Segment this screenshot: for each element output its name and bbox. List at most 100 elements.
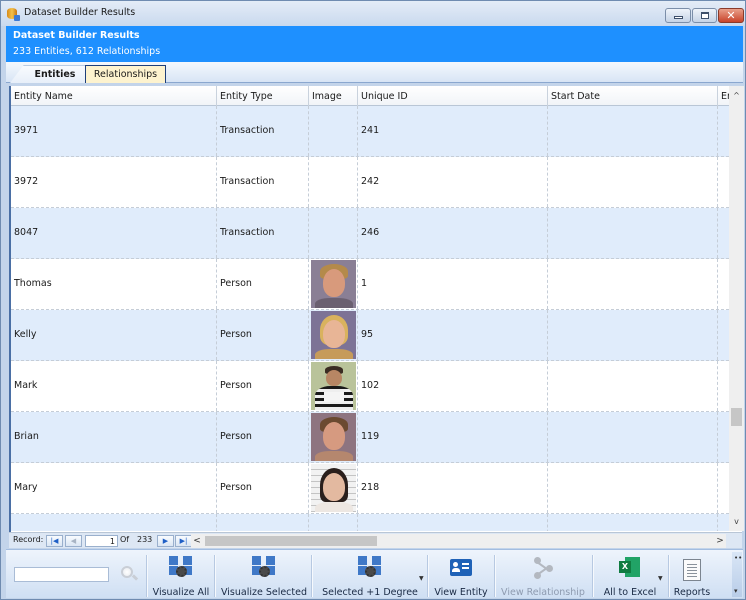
cell-entity-name: 3971 <box>11 106 217 156</box>
scroll-down-icon[interactable]: v <box>729 514 744 529</box>
visualize-icon <box>169 556 193 580</box>
cell-entity-name <box>11 514 217 531</box>
column-header-start-date[interactable]: Start Date <box>548 86 718 106</box>
table-row[interactable]: Kelly Person 95 <box>11 310 729 361</box>
search-icon[interactable] <box>120 565 139 583</box>
table-row[interactable]: 3972 Transaction 242 <box>11 157 729 208</box>
table-row[interactable]: Brian Person 119 <box>11 412 729 463</box>
cell-start-date <box>548 463 718 513</box>
table-row[interactable]: Mary Person 218 <box>11 463 729 514</box>
tab-strip: Entities Relationships <box>6 62 743 83</box>
close-button[interactable]: ✕ <box>718 8 744 23</box>
dropdown-arrow-icon[interactable]: ▼ <box>658 575 663 582</box>
toolbar-separator <box>668 555 669 597</box>
view-relationship-button[interactable]: View Relationship <box>496 552 590 598</box>
visualize-all-button[interactable]: Visualize All <box>148 552 214 598</box>
vertical-scrollbar[interactable]: ^ v <box>729 86 744 531</box>
maximize-button[interactable] <box>692 8 717 23</box>
table-row[interactable]: 8047 Transaction 246 <box>11 208 729 259</box>
cell-end-date <box>718 157 729 207</box>
cell-entity-name: 8047 <box>11 208 217 258</box>
first-record-icon: |◀ <box>50 537 59 545</box>
cell-image <box>309 106 358 156</box>
visualize-selected-button[interactable]: Visualize Selected <box>216 552 312 598</box>
cell-start-date <box>548 157 718 207</box>
horizontal-scroll-thumb[interactable] <box>205 536 377 546</box>
grid-header: Entity Name Entity Type Image Unique ID … <box>11 86 729 106</box>
toolbar-separator <box>427 555 428 597</box>
entity-photo[interactable] <box>311 362 356 410</box>
toolbar-separator <box>214 555 215 597</box>
excel-icon: X <box>618 556 642 580</box>
cell-image <box>309 310 358 360</box>
cell-image <box>309 259 358 309</box>
cell-start-date <box>548 361 718 411</box>
column-header-image[interactable]: Image <box>309 86 358 106</box>
cell-entity-name: Mary <box>11 463 217 513</box>
cell-end-date <box>718 310 729 360</box>
tab-relationships[interactable]: Relationships <box>85 65 166 83</box>
close-icon: ✕ <box>726 9 736 22</box>
cell-unique-id: 218 <box>358 463 548 513</box>
visualize-icon <box>252 556 276 580</box>
dataset-builder-window: Dataset Builder Results ✕ Dataset Builde… <box>0 0 746 600</box>
scroll-up-icon[interactable]: ^ <box>729 88 744 103</box>
chevron-down-icon: ▾ <box>734 587 738 595</box>
cell-unique-id: 241 <box>358 106 548 156</box>
last-record-button[interactable]: ▶| <box>175 535 192 547</box>
column-header-entity-name[interactable]: Entity Name <box>11 86 217 106</box>
view-entity-button[interactable]: View Entity <box>429 552 493 598</box>
title-bar: Dataset Builder Results ✕ <box>1 1 745 26</box>
all-to-excel-button[interactable]: X All to Excel ▼ <box>594 552 666 598</box>
table-row[interactable] <box>11 514 729 531</box>
last-record-icon: ▶| <box>179 537 188 545</box>
entity-photo[interactable] <box>311 260 356 308</box>
next-record-button[interactable]: ▶ <box>157 535 174 547</box>
table-row[interactable]: Thomas Person 1 <box>11 259 729 310</box>
column-header-end-date[interactable]: Er <box>718 86 729 106</box>
minimize-button[interactable] <box>665 8 691 23</box>
toolbar-separator <box>592 555 593 597</box>
cell-image <box>309 208 358 258</box>
cell-entity-type: Person <box>217 463 309 513</box>
dropdown-arrow-icon[interactable]: ▼ <box>419 575 424 582</box>
cell-start-date <box>548 412 718 462</box>
cell-entity-type: Person <box>217 361 309 411</box>
table-row[interactable]: Mark Person 102 <box>11 361 729 412</box>
reports-button[interactable]: Reports <box>670 552 714 598</box>
scroll-left-icon[interactable]: < <box>191 534 203 548</box>
vertical-scroll-thumb[interactable] <box>731 408 742 426</box>
cell-entity-type: Person <box>217 259 309 309</box>
cell-end-date <box>718 361 729 411</box>
tab-entities[interactable]: Entities <box>10 65 86 83</box>
cell-end-date <box>718 259 729 309</box>
scroll-right-icon[interactable]: > <box>714 534 726 548</box>
of-label: Of <box>120 535 130 544</box>
horizontal-scrollbar[interactable]: < > <box>191 534 726 548</box>
cell-start-date <box>548 259 718 309</box>
cell-image <box>309 412 358 462</box>
entity-photo[interactable] <box>311 413 356 461</box>
selected-plus-one-degree-button[interactable]: Selected +1 Degree ▼ <box>313 552 427 598</box>
column-header-entity-type[interactable]: Entity Type <box>217 86 309 106</box>
next-record-icon: ▶ <box>162 537 169 545</box>
search-input[interactable] <box>14 567 109 582</box>
column-header-unique-id[interactable]: Unique ID <box>358 86 548 106</box>
previous-record-button[interactable]: ◀ <box>65 535 82 547</box>
cell-unique-id: 102 <box>358 361 548 411</box>
cell-entity-type: Person <box>217 310 309 360</box>
table-row[interactable]: 3971 Transaction 241 <box>11 106 729 157</box>
first-record-button[interactable]: |◀ <box>46 535 63 547</box>
toolbar-overflow-button[interactable]: •• ▾ <box>732 552 742 597</box>
entity-photo[interactable] <box>311 464 356 512</box>
record-number-input[interactable]: 1 <box>85 535 118 547</box>
window-title: Dataset Builder Results <box>24 7 136 18</box>
cell-entity-type: Transaction <box>217 208 309 258</box>
cell-entity-type: Transaction <box>217 157 309 207</box>
cell-unique-id: 1 <box>358 259 548 309</box>
record-label: Record: <box>13 535 44 544</box>
entity-photo[interactable] <box>311 311 356 359</box>
cell-entity-type <box>217 514 309 531</box>
cell-unique-id <box>358 514 548 531</box>
maximize-icon <box>700 12 709 19</box>
